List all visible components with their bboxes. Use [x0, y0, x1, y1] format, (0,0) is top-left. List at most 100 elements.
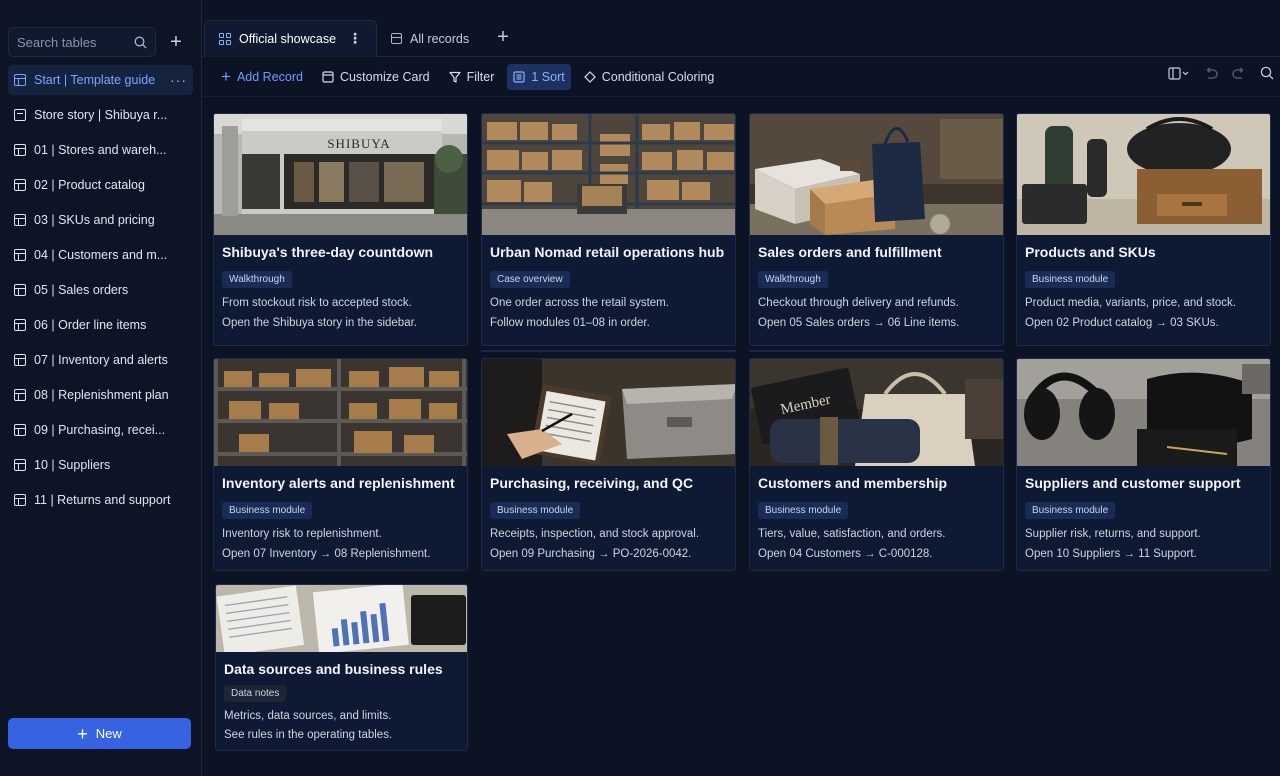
sidebar-item-label: 01 | Stores and wareh... — [34, 143, 167, 157]
sidebar-item-label: 11 | Returns and support — [34, 493, 171, 507]
add-record-label: Add Record — [236, 69, 303, 84]
filter-button[interactable]: Filter — [443, 64, 501, 90]
new-button[interactable]: + New — [8, 718, 191, 749]
layout-toggle-icon[interactable] — [1168, 66, 1190, 83]
diamond-icon — [583, 70, 596, 83]
gallery-card[interactable]: Data sources and business rules Data not… — [215, 584, 468, 751]
tab-label: Official showcase — [239, 31, 337, 46]
gallery-card[interactable]: Suppliers and customer support Business … — [1016, 358, 1271, 571]
card-tag: Business module — [490, 502, 581, 519]
gallery-card[interactable]: Inventory alerts and replenishment Busin… — [213, 358, 468, 571]
table-icon — [14, 389, 26, 401]
table-icon — [14, 459, 26, 471]
sidebar-item-label: 09 | Purchasing, recei... — [34, 423, 166, 437]
sort-icon — [513, 70, 525, 83]
more-options-icon[interactable]: ··· — [170, 72, 187, 88]
table-icon — [14, 214, 26, 226]
products-photo — [1017, 114, 1270, 235]
sidebar-item-product-catalog[interactable]: 02 | Product catalog — [8, 170, 193, 200]
card-hint: See rules in the operating tables. — [224, 729, 393, 741]
card-description: Tiers, value, satisfaction, and orders. — [758, 528, 946, 540]
card-hint: Open 02 Product catalog → 03 SKUs. — [1025, 317, 1219, 329]
sidebar-item-label: 04 | Customers and m... — [34, 248, 168, 262]
card-icon — [322, 70, 334, 83]
card-tag: Business module — [222, 502, 313, 519]
card-description: Supplier risk, returns, and support. — [1025, 528, 1201, 540]
card-title: Shibuya's three-day countdown — [222, 244, 434, 260]
gallery-card[interactable]: SHIBUYA Shibuya's three-day countdown Wa… — [213, 113, 468, 346]
document-icon — [14, 109, 26, 121]
table-icon — [14, 249, 26, 261]
sidebar-item-sales-orders[interactable]: 05 | Sales orders — [8, 275, 193, 305]
sidebar-item-customers[interactable]: 04 | Customers and m... — [8, 240, 193, 270]
card-title: Inventory alerts and replenishment — [222, 475, 455, 491]
gallery-card[interactable]: Purchasing, receiving, and QC Business m… — [481, 358, 736, 571]
member-card-photo: Member — [750, 359, 1003, 466]
sidebar-item-suppliers[interactable]: 10 | Suppliers — [8, 450, 193, 480]
sidebar-item-replenishment-plan[interactable]: 08 | Replenishment plan — [8, 380, 193, 410]
tab-official-showcase[interactable]: Official showcase ⋮ — [204, 20, 378, 57]
table-icon — [14, 144, 26, 156]
sidebar-item-label: 05 | Sales orders — [34, 283, 129, 297]
sort-button[interactable]: 1 Sort — [507, 63, 571, 90]
card-title: Products and SKUs — [1025, 244, 1156, 260]
sidebar-item-skus-pricing[interactable]: 03 | SKUs and pricing — [8, 205, 193, 235]
sidebar-item-store-story[interactable]: Store story | Shibuya r... — [8, 100, 193, 130]
card-description: Receipts, inspection, and stock approval… — [490, 528, 700, 540]
card-title: Suppliers and customer support — [1025, 475, 1241, 491]
table-icon — [391, 33, 403, 44]
card-tag: Walkthrough — [222, 271, 292, 288]
gallery-card[interactable]: Urban Nomad retail operations hub Case o… — [481, 113, 736, 346]
sidebar-item-returns-support[interactable]: 11 | Returns and support — [8, 485, 193, 515]
search-icon[interactable] — [1260, 66, 1274, 83]
sidebar-item-inventory-alerts[interactable]: 07 | Inventory and alerts — [8, 345, 193, 375]
card-hint: Follow modules 01–08 in order. — [490, 317, 650, 329]
app-window: + Start | Template guide ··· Store story … — [0, 0, 1280, 776]
tab-label: All records — [410, 31, 470, 46]
card-tag: Business module — [1025, 502, 1116, 519]
search-tables-input[interactable] — [17, 34, 127, 50]
sidebar-item-label: 03 | SKUs and pricing — [34, 213, 155, 227]
card-stack-edge — [749, 350, 1004, 352]
add-view-button[interactable]: + — [483, 19, 523, 56]
shelves-photo — [214, 359, 467, 466]
redo-icon[interactable] — [1232, 67, 1246, 83]
sidebar-item-start-template-guide[interactable]: Start | Template guide ··· — [8, 65, 193, 95]
search-icon[interactable] — [134, 36, 147, 49]
plus-icon: + — [77, 723, 88, 744]
conditional-coloring-button[interactable]: Conditional Coloring — [578, 64, 721, 90]
card-tag: Case overview — [490, 271, 570, 288]
sidebar-item-purchasing[interactable]: 09 | Purchasing, recei... — [8, 415, 193, 445]
sidebar-item-label: 10 | Suppliers — [34, 458, 111, 472]
card-hint: Open 07 Inventory → 08 Replenishment. — [222, 548, 431, 560]
gallery-card[interactable]: Member Customers and membership Business… — [749, 358, 1004, 571]
kebab-menu-icon[interactable]: ⋮ — [348, 30, 362, 47]
card-title: Sales orders and fulfillment — [758, 244, 942, 260]
tab-all-records[interactable]: All records — [377, 20, 483, 57]
toolbar-right — [1168, 66, 1274, 83]
undo-icon[interactable] — [1204, 67, 1218, 83]
gallery-card[interactable]: Sales orders and fulfillment Walkthrough… — [749, 113, 1004, 346]
card-hint: Open 10 Suppliers → 11 Support. — [1025, 548, 1197, 560]
plus-icon: + — [497, 26, 509, 48]
gallery-card[interactable]: Products and SKUs Business module Produc… — [1016, 113, 1271, 346]
sidebar-item-order-line-items[interactable]: 06 | Order line items — [8, 310, 193, 340]
packages-photo — [750, 114, 1003, 235]
search-tables-box[interactable] — [8, 27, 156, 57]
sort-label: 1 Sort — [531, 69, 565, 84]
table-icon — [14, 179, 26, 191]
sidebar-item-stores-warehouses[interactable]: 01 | Stores and wareh... — [8, 135, 193, 165]
add-record-button[interactable]: + Add Record — [215, 64, 309, 90]
sidebar-item-label: 07 | Inventory and alerts — [34, 353, 168, 367]
new-button-label: New — [95, 726, 122, 741]
customize-card-button[interactable]: Customize Card — [316, 64, 436, 90]
card-description: From stockout risk to accepted stock. — [222, 297, 412, 309]
headphones-photo — [1017, 359, 1270, 466]
conditional-coloring-label: Conditional Coloring — [601, 69, 715, 84]
table-icon — [14, 424, 26, 436]
card-hint: Open the Shibuya story in the sidebar. — [222, 317, 417, 329]
card-description: Metrics, data sources, and limits. — [224, 710, 392, 722]
warehouse-photo — [482, 114, 735, 235]
add-table-button[interactable]: + — [166, 31, 186, 53]
sidebar-item-label: Store story | Shibuya r... — [34, 108, 168, 122]
